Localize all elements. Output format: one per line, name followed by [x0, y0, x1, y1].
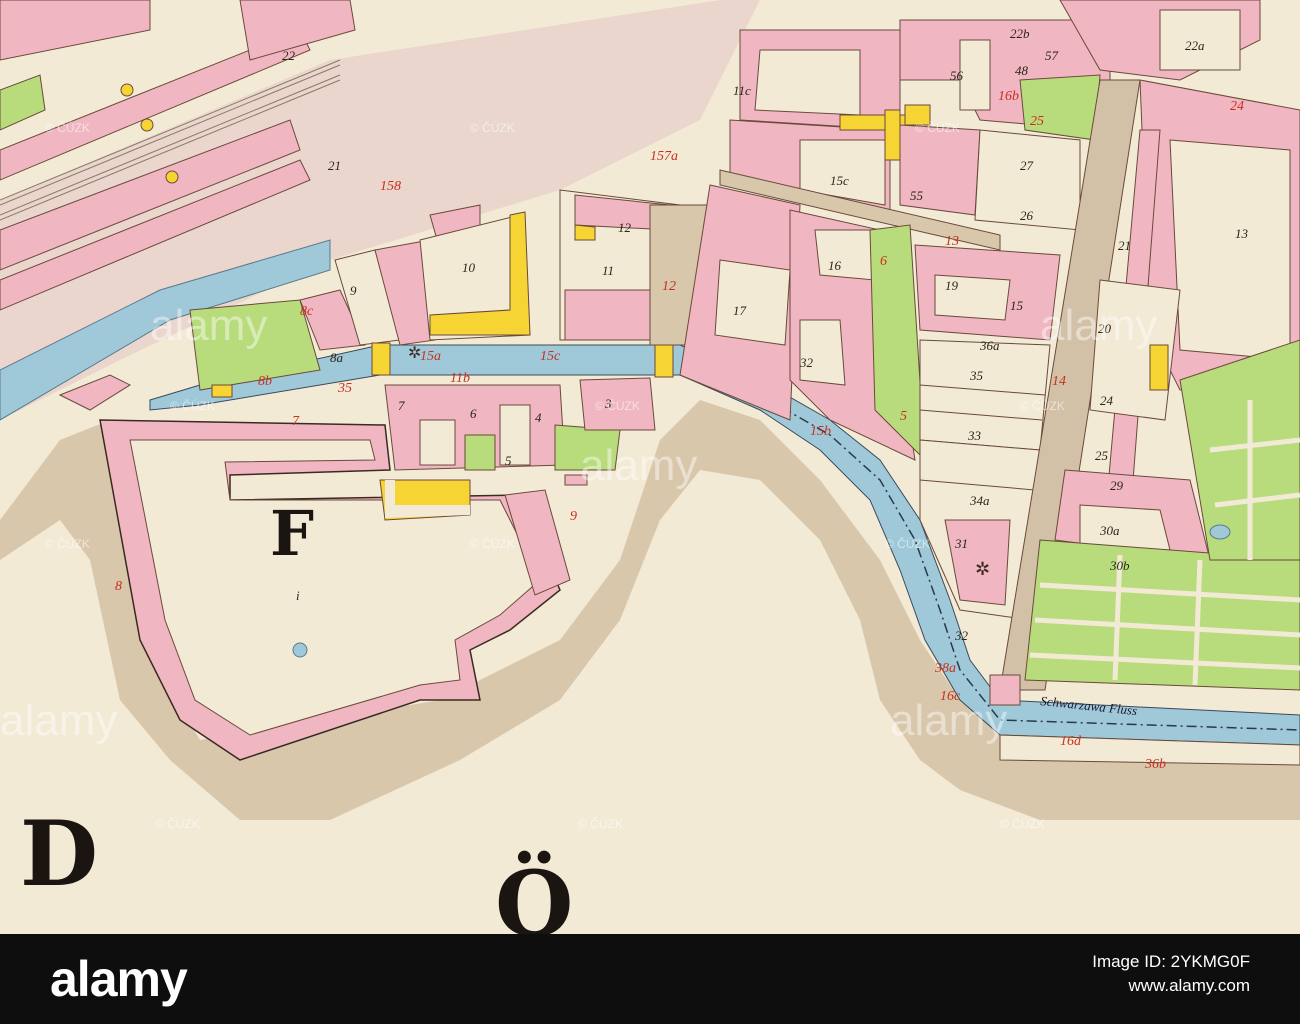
well	[292, 642, 308, 658]
parcel-label: 24	[1100, 393, 1114, 408]
parcel-label: 22b	[1010, 26, 1030, 41]
parcel-label: 25	[1095, 448, 1109, 463]
parcel-label: 48	[1015, 63, 1029, 78]
parcel-label-red: 15c	[540, 349, 561, 364]
watermark: © ČÚZK	[470, 536, 515, 551]
parcel-label-red: 24	[1230, 99, 1244, 114]
watermark: © ČÚZK	[578, 816, 623, 831]
parcel-label-red: 9	[570, 509, 577, 524]
cadastral-map: F D Ö Schwarzawa Fluss 22 21 9 10 11 12 …	[0, 0, 1300, 1024]
watermark: © ČÚZK	[155, 816, 200, 831]
site-url[interactable]: www.alamy.com	[1020, 976, 1250, 996]
parcel-label-red: 25	[1030, 114, 1044, 129]
parcel-label-red: 36b	[1144, 757, 1166, 772]
parcel-label: 22a	[1185, 38, 1205, 53]
watermark: © ČÚZK	[1000, 816, 1045, 831]
parcel-label: 33	[967, 428, 982, 443]
block-letter-o: Ö	[495, 850, 573, 934]
parcel-label-red: 5	[900, 409, 907, 424]
parcel-label: 21	[328, 158, 341, 173]
image-id: Image ID: 2YKMG0F	[1092, 952, 1250, 971]
watermark: © ČÚZK	[470, 120, 515, 135]
parcel-label: 15c	[830, 173, 849, 188]
parcel-label-red: 6	[880, 254, 887, 269]
alamy-watermark: alamy	[580, 441, 697, 490]
parcel-label: 29	[1110, 478, 1124, 493]
alamy-logo[interactable]: alamy	[50, 950, 188, 1008]
parcel-label-red: 157a	[650, 149, 678, 164]
parcel-label: 17	[733, 303, 747, 318]
parcel-label-red: 158	[380, 179, 401, 194]
parcel-label: 30b	[1109, 558, 1130, 573]
parcel-label: 32	[799, 355, 814, 370]
parcel-label-red: 8c	[300, 304, 314, 319]
parcel-label: 55	[910, 188, 924, 203]
watermark: © ČÚZK	[595, 398, 640, 413]
parcel-label: 11	[602, 263, 614, 278]
block-letter-f: F	[270, 497, 314, 570]
parcel-label: 7	[398, 398, 405, 413]
watermark: © ČÚZK	[45, 120, 90, 135]
parcel-label-red: 8b	[258, 374, 272, 389]
parcel-label-red: 12	[662, 279, 676, 294]
mill-symbol-icon: ✲	[975, 559, 990, 580]
alamy-watermark: alamy	[890, 696, 1007, 745]
parcel-label: 36a	[979, 338, 1000, 353]
parcel-label: 10	[462, 260, 476, 275]
alamy-watermark: alamy	[0, 696, 117, 745]
parcel-label-red: 15b	[810, 424, 831, 439]
parcel-label: 19	[945, 278, 959, 293]
watermark: © ČÚZK	[885, 536, 930, 551]
alamy-watermark: alamy	[1040, 301, 1157, 350]
parcel-label-red: 13	[945, 234, 959, 249]
watermark: © ČÚZK	[1020, 398, 1065, 413]
parcel-label-red: 16d	[1060, 734, 1082, 749]
parcel-label: 35	[969, 368, 984, 383]
parcel-label: 11c	[733, 83, 751, 98]
parcel-label: 56	[950, 68, 964, 83]
watermark: © ČÚZK	[915, 120, 960, 135]
parcel-label-red: 38a	[934, 661, 956, 676]
parcel-label: i	[296, 588, 300, 603]
watermark: © ČÚZK	[45, 536, 90, 551]
parcel-label-red: 16b	[998, 89, 1019, 104]
parcel-label: 15	[1010, 298, 1024, 313]
watermark: © ČÚZK	[170, 398, 215, 413]
parcel-label: 4	[535, 410, 542, 425]
parcel-label-red: 11b	[450, 371, 470, 386]
parcel-label: 34a	[969, 493, 990, 508]
map-canvas: F D Ö Schwarzawa Fluss 22 21 9 10 11 12 …	[0, 0, 1300, 934]
parcel-label: 22	[282, 48, 296, 63]
parcel-label: 6	[470, 406, 477, 421]
parcel-label: 12	[618, 220, 632, 235]
mill-symbol-icon: ✲	[408, 343, 421, 362]
parcel-label-red: 35	[337, 381, 352, 396]
parcel-label: 57	[1045, 48, 1059, 63]
parcel-label: 27	[1020, 158, 1034, 173]
parcel-label: 16	[828, 258, 842, 273]
parcel-label-red: 14	[1052, 374, 1066, 389]
parcel-label-red: 15a	[420, 349, 441, 364]
parcel-label: 26	[1020, 208, 1034, 223]
parcel-label: 31	[954, 536, 968, 551]
block-letter-d: D	[20, 801, 98, 907]
parcel-label-red: 7	[292, 414, 300, 429]
parcel-label: 9	[350, 283, 357, 298]
parcel-label: 13	[1235, 226, 1249, 241]
alamy-watermark: alamy	[150, 301, 267, 350]
parcel-label: 8a	[330, 350, 344, 365]
parcel-label-red: 8	[115, 579, 122, 594]
parcel-label: 5	[505, 453, 512, 468]
parcel-label: 32	[954, 628, 969, 643]
parcel-label: 21	[1118, 238, 1131, 253]
parcel-label: 30a	[1099, 523, 1120, 538]
